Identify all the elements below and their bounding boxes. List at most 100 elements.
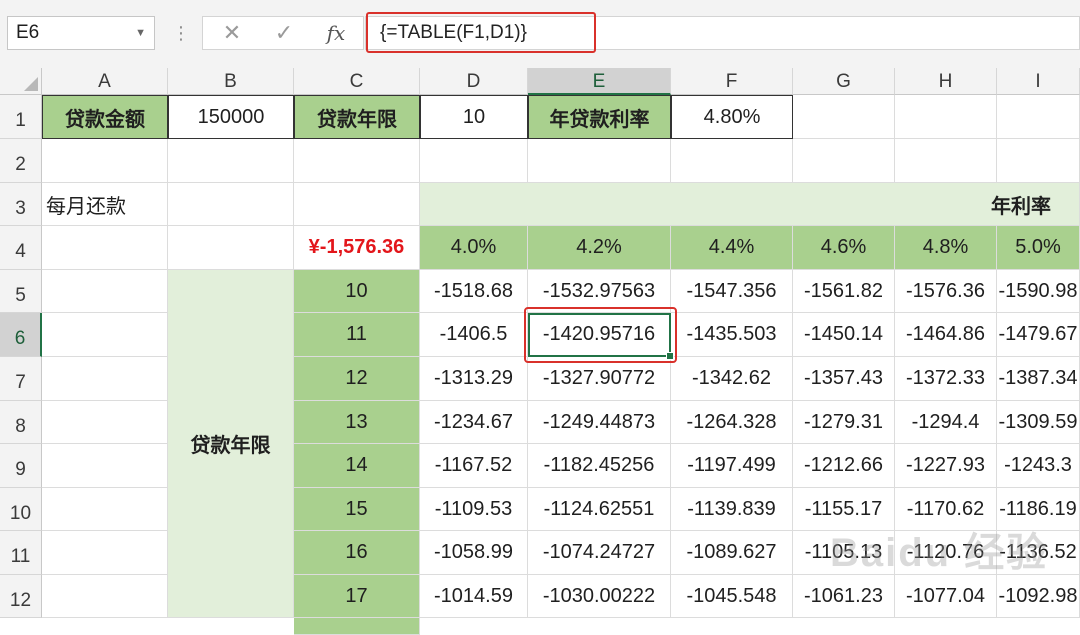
grid-cell[interactable] (168, 139, 294, 183)
column-header-f[interactable]: F (671, 68, 793, 95)
grid-cell[interactable] (42, 139, 168, 183)
row-header-7[interactable]: 7 (0, 357, 42, 401)
term-year-cell[interactable]: 10 (294, 270, 420, 313)
payment-cell[interactable]: -1089.627 (671, 531, 793, 575)
payment-cell[interactable]: -1309.59 (997, 401, 1080, 444)
payment-cell[interactable]: -1450.14 (793, 313, 895, 357)
payment-cell[interactable]: -1406.5 (420, 313, 528, 357)
payment-cell[interactable]: -1435.503 (671, 313, 793, 357)
column-header-h[interactable]: H (895, 68, 997, 95)
grid-cell[interactable] (42, 270, 168, 313)
grid-cell[interactable] (168, 183, 294, 226)
row-header-5[interactable]: 5 (0, 270, 42, 313)
row-header-12[interactable]: 12 (0, 575, 42, 618)
payment-cell[interactable]: -1547.356 (671, 270, 793, 313)
payment-cell[interactable]: -1249.44873 (528, 401, 671, 444)
row-header-9[interactable]: 9 (0, 444, 42, 488)
payment-cell[interactable]: -1342.62 (671, 357, 793, 401)
grid-cell[interactable] (528, 139, 671, 183)
column-header-c[interactable]: C (294, 68, 420, 95)
payment-cell[interactable]: -1387.34 (997, 357, 1080, 401)
term-year-cell[interactable]: 11 (294, 313, 420, 357)
payment-cell[interactable]: -1030.00222 (528, 575, 671, 618)
row-header-8[interactable]: 8 (0, 401, 42, 444)
cell-f1-rate[interactable]: 4.80% (671, 95, 793, 139)
row-header-4[interactable]: 4 (0, 226, 42, 270)
insert-function-button[interactable]: fx (321, 17, 351, 49)
payment-cell[interactable]: -1372.33 (895, 357, 997, 401)
payment-cell[interactable]: -1124.62551 (528, 488, 671, 531)
payment-cell[interactable]: -1092.98 (997, 575, 1080, 618)
payment-cell[interactable]: -1061.23 (793, 575, 895, 618)
row-header-1[interactable]: 1 (0, 95, 42, 139)
row-header-2[interactable]: 2 (0, 139, 42, 183)
payment-cell[interactable]: -1109.53 (420, 488, 528, 531)
payment-cell[interactable]: -1212.66 (793, 444, 895, 488)
payment-cell[interactable]: -1139.839 (671, 488, 793, 531)
grid-cell[interactable] (42, 575, 168, 618)
grid-cell[interactable] (997, 139, 1080, 183)
more-options-icon[interactable]: ⋮ (172, 18, 190, 48)
cell-e1-rate-label[interactable]: 年贷款利率 (528, 95, 671, 139)
row-header-6[interactable]: 6 (0, 313, 42, 357)
column-header-g[interactable]: G (793, 68, 895, 95)
rate-header-cell[interactable]: 4.0% (420, 226, 528, 270)
grid-cell[interactable] (42, 531, 168, 575)
grid-cell[interactable] (997, 95, 1080, 139)
payment-cell[interactable]: -1186.19 (997, 488, 1080, 531)
term-year-cell[interactable]: 15 (294, 488, 420, 531)
rate-header[interactable]: 年利率 (420, 183, 1080, 226)
check-icon[interactable]: ✓ (269, 17, 299, 49)
grid-cell[interactable] (42, 444, 168, 488)
payment-cell[interactable]: -1227.93 (895, 444, 997, 488)
term-year-cell[interactable]: 16 (294, 531, 420, 575)
column-header-a[interactable]: A (42, 68, 168, 95)
cell-a3-monthly-payment-label[interactable]: 每月还款 (42, 183, 168, 226)
payment-cell[interactable]: -1045.548 (671, 575, 793, 618)
term-year-cell[interactable]: 13 (294, 401, 420, 444)
payment-cell[interactable]: -1464.86 (895, 313, 997, 357)
payment-cell[interactable]: -1518.68 (420, 270, 528, 313)
payment-cell[interactable]: -1561.82 (793, 270, 895, 313)
payment-cell[interactable]: -1167.52 (420, 444, 528, 488)
column-header-i[interactable]: I (997, 68, 1080, 95)
rate-header-cell[interactable]: 4.4% (671, 226, 793, 270)
payment-cell[interactable]: -1279.31 (793, 401, 895, 444)
payment-cell[interactable]: -1182.45256 (528, 444, 671, 488)
payment-cell[interactable]: -1105.13 (793, 531, 895, 575)
rate-header-cell[interactable]: 4.2% (528, 226, 671, 270)
grid-cell[interactable] (42, 488, 168, 531)
rate-header-cell[interactable]: 5.0% (997, 226, 1080, 270)
cell-c1-loan-term-label[interactable]: 贷款年限 (294, 95, 420, 139)
loan-term-side-label[interactable]: 贷款年限 (168, 270, 294, 618)
grid-cell[interactable] (420, 139, 528, 183)
grid-cell[interactable] (42, 401, 168, 444)
payment-cell[interactable]: -1014.59 (420, 575, 528, 618)
payment-cell[interactable]: -1313.29 (420, 357, 528, 401)
payment-cell[interactable]: -1327.90772 (528, 357, 671, 401)
chevron-down-icon[interactable]: ▼ (135, 17, 146, 49)
row-header-11[interactable]: 11 (0, 531, 42, 575)
name-box[interactable]: E6 ▼ (7, 16, 155, 50)
column-header-b[interactable]: B (168, 68, 294, 95)
payment-cell[interactable]: -1136.52 (997, 531, 1080, 575)
grid-cell[interactable] (793, 95, 895, 139)
grid-cell[interactable] (42, 357, 168, 401)
grid-cell[interactable] (793, 139, 895, 183)
grid-cell[interactable] (42, 226, 168, 270)
payment-cell[interactable]: -1357.43 (793, 357, 895, 401)
rate-header-cell[interactable]: 4.6% (793, 226, 895, 270)
payment-cell[interactable]: -1077.04 (895, 575, 997, 618)
cell-d1-loan-term[interactable]: 10 (420, 95, 528, 139)
fill-handle[interactable] (666, 352, 674, 360)
column-header-d[interactable]: D (420, 68, 528, 95)
payment-cell[interactable]: -1576.36 (895, 270, 997, 313)
grid-cell[interactable] (671, 139, 793, 183)
grid-cell[interactable] (895, 95, 997, 139)
row-header-3[interactable]: 3 (0, 183, 42, 226)
payment-cell[interactable]: -1120.76 (895, 531, 997, 575)
column-header-e[interactable]: E (528, 68, 671, 95)
term-year-cell[interactable]: 14 (294, 444, 420, 488)
term-year-cell[interactable]: 12 (294, 357, 420, 401)
payment-cell[interactable]: -1155.17 (793, 488, 895, 531)
